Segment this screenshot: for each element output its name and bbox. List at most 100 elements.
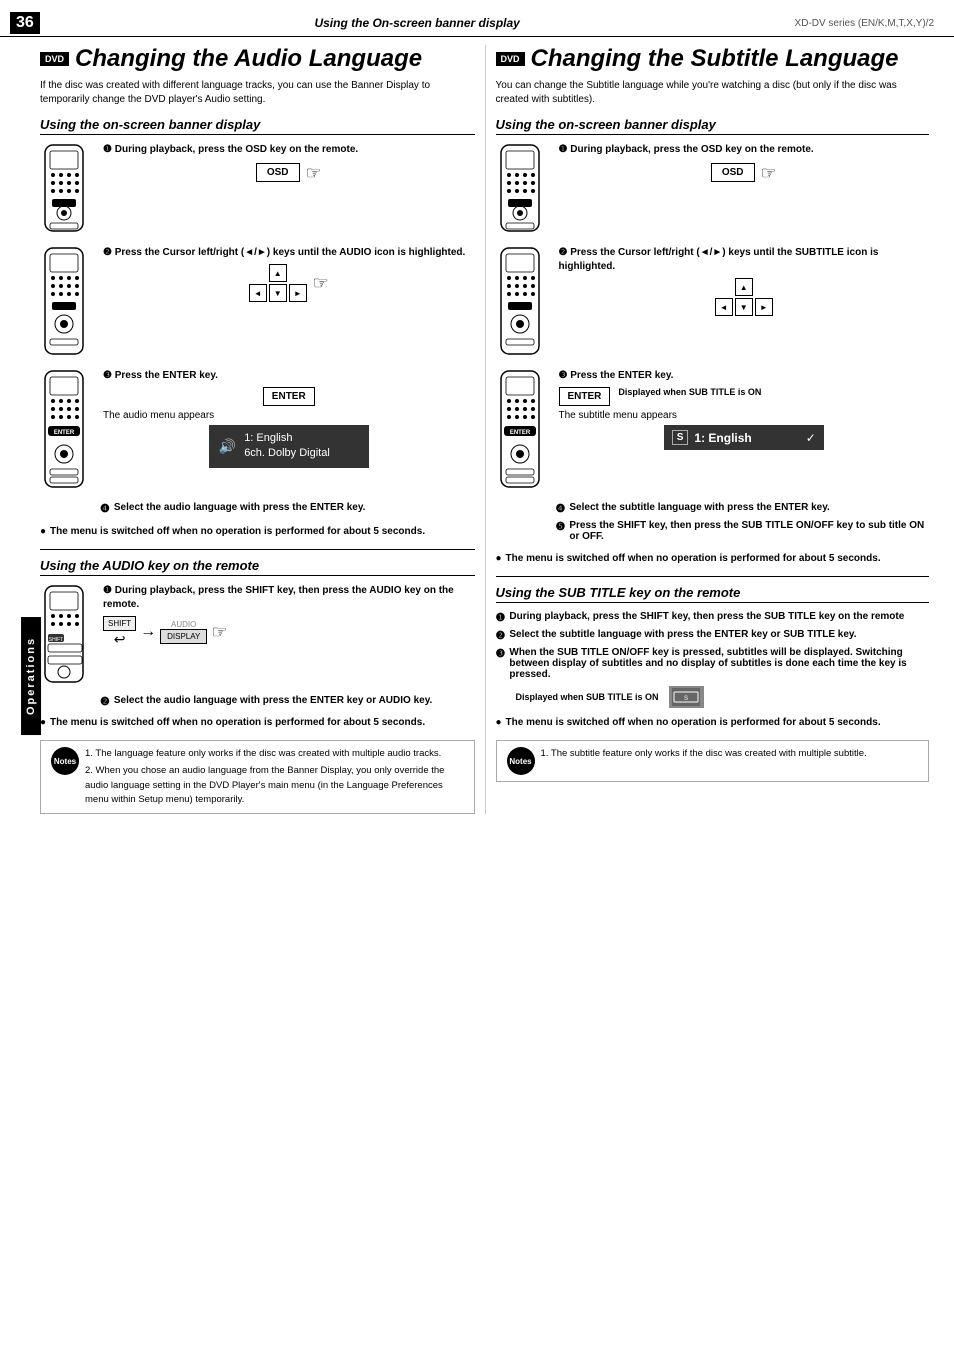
remote-img-2 [40,246,95,359]
left-step2-content: ❷ Press the Cursor left/right (◄/►) keys… [103,246,475,306]
left-steps-area: ❶ During playback, press the OSD key on … [40,143,475,515]
osd-button-container-right: OSD ☞ [559,163,930,182]
remote-svg-2 [40,246,90,356]
right-step2: ❷ Press the Cursor left/right (◄/►) keys… [496,246,930,359]
right-step3-label: ❸ Press the ENTER key. [559,369,930,383]
left-intro: If the disc was created with different l… [40,79,475,107]
hand-cursor-audio: ☞ [211,623,227,641]
audio-step2: ❷ Select the audio language with press t… [100,695,475,708]
shift-arrow: ↩ [103,631,136,648]
sub-step3: ❸ When the SUB TITLE ON/OFF key is press… [496,647,930,680]
left-bullet-note: ● The menu is switched off when no opera… [40,525,475,539]
dvd-badge-left: DVD [40,52,69,66]
audio-label: AUDIO [160,620,207,629]
left-step3: ENTER ❸ Press the ENTER key. [40,369,475,492]
audio-key-title: Using the AUDIO key on the remote [40,558,475,576]
subtitle-menu-appears: The subtitle menu appears [559,410,930,421]
left-banner-title: Using the on-screen banner display [40,117,475,135]
page-number: 36 [10,12,40,34]
audio-key-row: SHIFT ❶ During playback, press the SHIFT… [40,584,475,687]
right-bullet-note: ● The menu is switched off when no opera… [496,552,930,566]
right-step5: ❺ Press the SHIFT key, then press the SU… [556,520,930,542]
left-step2-label: ❷ Press the Cursor left/right (◄/►) keys… [103,246,475,260]
audio-menu-appears: The audio menu appears [103,410,475,421]
series-code: XD-DV series (EN/K,M,T,X,Y)/2 [795,18,934,29]
subtitle-key-title: Using the SUB TITLE key on the remote [496,585,930,603]
checkmark-icon: ✓ [806,431,816,445]
arrow-keys-right: ▲ ◄ ▼ ► [559,278,930,316]
left-bullet-note2: ● The menu is switched off when no opera… [40,716,475,730]
right-intro: You can change the Subtitle language whi… [496,79,930,107]
left-step3-label: ❸ Press the ENTER key. [103,369,475,383]
enter-btn-left: ENTER [263,387,315,406]
left-step4: ❹ Select the audio language with press t… [100,502,475,515]
remote-svg-r2 [496,246,546,356]
audio-icon: 🔊 [219,438,236,455]
left-column: DVD Changing the Audio Language If the d… [30,45,485,814]
display-button: DISPLAY [160,629,207,644]
audio-menu-display: 🔊 1: English 6ch. Dolby Digital [209,425,369,468]
svg-text:ENTER: ENTER [509,430,530,436]
left-step1: ❶ During playback, press the OSD key on … [40,143,475,236]
audio-menu-text: 1: English 6ch. Dolby Digital [244,431,330,462]
remote-svg-r1 [496,143,546,233]
right-step1-label: ❶ During playback, press the OSD key on … [559,143,930,157]
remote-svg-audio: SHIFT [40,584,90,684]
left-step1-label: ❶ During playback, press the OSD key on … [103,143,475,157]
notes-box-right: Notes 1. The subtitle feature only works… [496,740,930,782]
subtitle-s: S [672,430,689,445]
hand-cursor-r1: ☞ [761,164,777,182]
notes-area-left: Notes 1. The language feature only works… [40,740,475,814]
right-step1: ❶ During playback, press the OSD key on … [496,143,930,236]
remote-svg-1 [40,143,90,233]
subtitle-key-steps: ❶ During playback, press the SHIFT key, … [496,611,930,708]
enter-button-right: ENTER [559,387,611,406]
hand-cursor-2: ☞ [313,274,329,292]
left-step3-content: ❸ Press the ENTER key. ENTER The audio m… [103,369,475,472]
osd-button-right: OSD [711,163,755,182]
left-step2: ❷ Press the Cursor left/right (◄/►) keys… [40,246,475,359]
left-main-title: DVD Changing the Audio Language [40,45,475,73]
remote-img-r1 [496,143,551,236]
left-step1-content: ❶ During playback, press the OSD key on … [103,143,475,188]
right-bullet-note2: ● The menu is switched off when no opera… [496,716,930,730]
arrow-keys-left: ▲ ◄ ▼ ► ☞ [103,264,475,302]
displayed-when-right: Displayed when SUB TITLE is ON [618,387,761,399]
svg-text:S: S [684,696,688,702]
dvd-badge-right: DVD [496,52,525,66]
remote-img-3: ENTER [40,369,95,492]
thumb-svg: S [672,688,700,706]
subtitle-menu-display: S 1: English ✓ [664,425,824,450]
right-step2-label: ❷ Press the Cursor left/right (◄/►) keys… [559,246,930,274]
main-columns: DVD Changing the Audio Language If the d… [0,45,954,814]
notes-icon-right: Notes [507,747,535,775]
notes-content-left: 1. The language feature only works if th… [85,747,468,807]
subtitle-english: 1: English [694,431,751,445]
notes-box-left: Notes 1. The language feature only works… [40,740,475,814]
right-banner-title: Using the on-screen banner display [496,117,930,135]
page-container: 36 Using the On-screen banner display XD… [0,0,954,1351]
svg-text:SHIFT: SHIFT [49,637,63,643]
page-title-top: Using the On-screen banner display [314,16,519,30]
right-column: DVD Changing the Subtitle Language You c… [485,45,940,814]
enter-btn-right: ENTER [559,387,611,406]
subtitle-thumb-icon: S [669,686,704,708]
hand-cursor-1: ☞ [306,164,322,182]
displayed-when-label: Displayed when SUB TITLE is ON [516,692,659,702]
notes-icon-left: Notes [51,747,79,775]
audio-step1-label: ❶ During playback, press the SHIFT key, … [103,584,475,612]
right-step3: ENTER ❸ Press the ENTER key. [496,369,930,492]
right-step1-content: ❶ During playback, press the OSD key on … [559,143,930,188]
notes-area-right: Notes 1. The subtitle feature only works… [496,740,930,782]
right-step3-content: ❸ Press the ENTER key. ENTER Displayed w… [559,369,930,454]
sub-step2: ❷ Select the subtitle language with pres… [496,629,930,642]
remote-svg-3: ENTER [40,369,90,489]
arrow-right-icon: → [140,623,156,641]
audio-step1-content: ❶ During playback, press the SHIFT key, … [103,584,475,652]
top-bar: 36 Using the On-screen banner display XD… [0,10,954,37]
divider-right [496,576,930,577]
enter-button-left: ENTER [103,387,475,406]
remote-img-audio: SHIFT [40,584,95,687]
divider-left [40,549,475,550]
osd-button-left: OSD [256,163,300,182]
